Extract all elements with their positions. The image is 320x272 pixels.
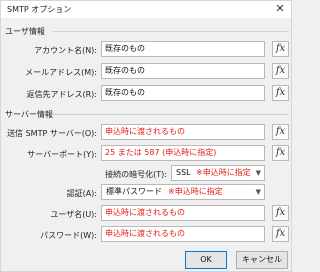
mail-address-label: メールアドレス(M):	[25, 68, 97, 77]
reply-to-fx-button[interactable]: fx	[272, 85, 289, 101]
smtp-options-dialog: SMTP オプション ✕ ユーザ情報 アカウント名(N): 既存のもの fx メ…	[0, 0, 292, 272]
reply-to-label: 返信先アドレス(R):	[26, 90, 98, 99]
ok-button[interactable]: OK	[185, 251, 227, 269]
mail-address-field[interactable]: 既存のもの	[101, 63, 265, 79]
username-field[interactable]: 申込時に渡されるもの	[101, 205, 265, 221]
encryption-note: ※申込時に指定	[196, 168, 251, 177]
title-bar: SMTP オプション ✕	[1, 1, 291, 18]
username-fx-button[interactable]: fx	[272, 205, 289, 221]
smtp-server-fx-button[interactable]: fx	[272, 124, 289, 140]
server-info-heading: サーバー情報	[5, 110, 53, 119]
server-port-fx-button[interactable]: fx	[272, 145, 289, 161]
user-info-heading: ユーザ情報	[5, 27, 45, 36]
auth-label: 認証(A):	[66, 189, 97, 198]
chevron-down-icon: ▼	[255, 188, 261, 196]
account-name-field[interactable]: 既存のもの	[101, 41, 265, 57]
auth-value: 標準パスワード	[106, 187, 162, 196]
password-fx-button[interactable]: fx	[272, 226, 289, 242]
account-name-label: アカウント名(N):	[34, 46, 97, 55]
encryption-select[interactable]: SSL ※申込時に指定 ▼	[171, 165, 265, 181]
auth-note: ※申込時に指定	[168, 187, 223, 196]
server-info-divider	[53, 114, 289, 115]
password-field[interactable]: 申込時に渡されるもの	[101, 226, 265, 242]
password-label: パスワード(W):	[40, 231, 97, 240]
window-title: SMTP オプション	[7, 5, 72, 14]
close-icon[interactable]: ✕	[272, 2, 288, 16]
server-port-field[interactable]: 25 または 587 (申込時に指定)	[101, 145, 265, 161]
smtp-server-label: 送信 SMTP サーバー(O):	[7, 129, 97, 138]
username-label: ユーザ名(U):	[50, 210, 97, 219]
account-name-fx-button[interactable]: fx	[272, 41, 289, 57]
encryption-label: 接続の暗号化(T):	[105, 170, 167, 179]
auth-select[interactable]: 標準パスワード ※申込時に指定 ▼	[101, 184, 265, 200]
user-info-divider	[53, 31, 289, 32]
server-port-label: サーバーポート(Y):	[27, 150, 97, 159]
cancel-button[interactable]: キャンセル	[236, 251, 288, 269]
reply-to-field[interactable]: 既存のもの	[101, 85, 265, 101]
mail-address-fx-button[interactable]: fx	[272, 63, 289, 79]
smtp-server-field[interactable]: 申込時に渡されるもの	[101, 124, 265, 140]
encryption-value: SSL	[176, 168, 191, 177]
chevron-down-icon: ▼	[255, 169, 261, 177]
